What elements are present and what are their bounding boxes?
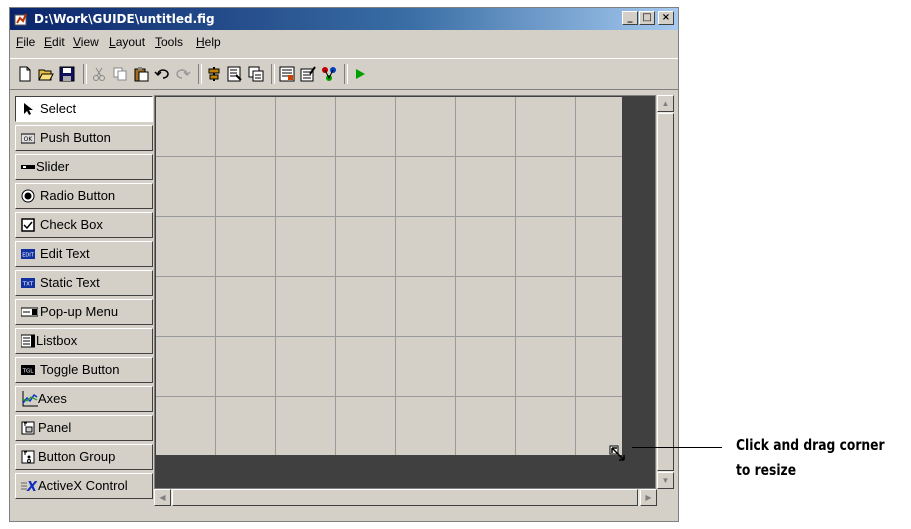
edit-text-icon-text: EDIT [22, 253, 34, 259]
arrow-icon [24, 103, 33, 115]
palette-label: Select [40, 101, 77, 116]
resize-handle-icon[interactable] [609, 445, 627, 463]
axes-icon [22, 391, 38, 407]
layout-area[interactable] [154, 95, 656, 489]
toggle-icon: TGL [21, 365, 35, 375]
palette-axes[interactable]: Axes [15, 386, 153, 412]
callout-leader-line [632, 447, 722, 448]
tab-order-icon[interactable] [248, 66, 264, 82]
title-bar[interactable]: D:\Work\GUIDE\untitled.fig _ □ × [10, 8, 678, 30]
palette-static-text[interactable]: TXT Static Text [15, 270, 153, 296]
vertical-scroll-thumb[interactable] [657, 113, 674, 471]
palette-label: Edit Text [40, 246, 90, 261]
palette-label: Check Box [40, 217, 103, 232]
callout-line-1: Click and drag corner [736, 436, 885, 454]
palette-popup-menu[interactable]: Pop-up Menu [15, 299, 153, 325]
palette-label: Slider [36, 159, 70, 174]
paste-icon[interactable] [133, 66, 149, 82]
minimize-icon: _ [627, 12, 633, 23]
menu-tools[interactable]: Tools [155, 35, 183, 49]
maximize-icon: □ [642, 12, 652, 23]
scroll-up-icon[interactable]: ▲ [657, 95, 674, 112]
maximize-button[interactable]: □ [639, 11, 655, 25]
menu-layout[interactable]: Layout [109, 35, 145, 49]
palette-label: Pop-up Menu [40, 304, 119, 319]
vertical-scrollbar[interactable]: ▲ ▼ [657, 95, 674, 489]
copy-icon[interactable] [112, 66, 128, 82]
palette-label: Toggle Button [40, 362, 120, 377]
palette-label: Static Text [40, 275, 100, 290]
toolbar-separator [344, 64, 348, 84]
minimize-button[interactable]: _ [622, 11, 638, 25]
figure-app-icon [14, 13, 27, 26]
figure-canvas[interactable] [156, 97, 622, 455]
menu-view[interactable]: View [73, 35, 99, 49]
activex-icon: X [21, 480, 37, 493]
redo-icon[interactable] [175, 66, 191, 82]
palette-push-button[interactable]: OK Push Button [15, 125, 153, 151]
menu-help[interactable]: Help [196, 35, 221, 49]
push-button-icon-text: OK [24, 136, 34, 143]
palette-toggle-button[interactable]: TGL Toggle Button [15, 357, 153, 383]
guide-window: D:\Work\GUIDE\untitled.fig _ □ × File Ed… [9, 7, 679, 522]
static-text-icon-text: TXT [22, 282, 34, 288]
mfile-editor-icon[interactable] [279, 66, 295, 82]
listbox-icon [21, 334, 35, 348]
toolbar-separator [271, 64, 275, 84]
palette-label: Axes [38, 391, 67, 406]
open-icon[interactable] [38, 66, 54, 82]
slider-icon [21, 165, 35, 169]
palette-label: Radio Button [40, 188, 116, 203]
palette-panel[interactable]: Panel [15, 415, 153, 441]
horizontal-scroll-thumb[interactable] [172, 489, 638, 506]
align-icon[interactable] [206, 66, 222, 82]
close-button[interactable]: × [658, 11, 674, 25]
scroll-right-icon[interactable]: ▶ [640, 489, 657, 506]
palette-button-group[interactable]: Button Group [15, 444, 153, 470]
panel-icon [21, 421, 35, 435]
activex-icon-text: X [26, 480, 37, 493]
palette-label: Button Group [38, 449, 116, 464]
palette-label: Listbox [36, 333, 78, 348]
palette-slider[interactable]: Slider [15, 154, 153, 180]
horizontal-scrollbar[interactable]: ◀ ▶ [154, 489, 657, 506]
close-icon: × [661, 12, 671, 23]
palette-check-box[interactable]: Check Box [15, 212, 153, 238]
push-button-icon: OK [21, 133, 35, 144]
toolbar-separator [83, 64, 87, 84]
popup-icon [21, 307, 38, 317]
new-icon[interactable] [17, 66, 33, 82]
scroll-down-icon[interactable]: ▼ [657, 472, 674, 489]
cut-icon[interactable] [91, 66, 107, 82]
object-browser-icon[interactable] [321, 66, 337, 82]
button-group-icon [21, 450, 35, 464]
toolbar [10, 58, 678, 90]
palette-label: ActiveX Control [38, 478, 128, 493]
palette-label: Panel [38, 420, 72, 435]
palette-edit-text[interactable]: EDIT Edit Text [15, 241, 153, 267]
callout-line-2: to resize [736, 461, 797, 479]
menu-edit[interactable]: Edit [44, 35, 65, 49]
resize-callout: Click and drag corner to resize [736, 433, 885, 483]
edit-text-icon: EDIT [21, 249, 35, 259]
run-icon[interactable] [352, 66, 368, 82]
checkbox-icon [21, 218, 35, 232]
palette-label: Push Button [40, 130, 111, 145]
palette-activex-control[interactable]: X ActiveX Control [15, 473, 153, 499]
save-icon[interactable] [59, 66, 75, 82]
toggle-icon-text: TGL [22, 369, 35, 375]
palette-listbox[interactable]: Listbox [15, 328, 153, 354]
palette-select[interactable]: Select [15, 96, 153, 122]
radio-icon [21, 189, 35, 203]
menu-editor-icon[interactable] [227, 66, 243, 82]
static-text-icon: TXT [21, 278, 35, 288]
undo-icon[interactable] [154, 66, 170, 82]
window-title: D:\Work\GUIDE\untitled.fig [34, 12, 215, 26]
property-inspector-icon[interactable] [300, 66, 316, 82]
scroll-left-icon[interactable]: ◀ [154, 489, 171, 506]
menu-file[interactable]: File [16, 35, 35, 49]
toolbar-separator [198, 64, 202, 84]
palette-radio-button[interactable]: Radio Button [15, 183, 153, 209]
